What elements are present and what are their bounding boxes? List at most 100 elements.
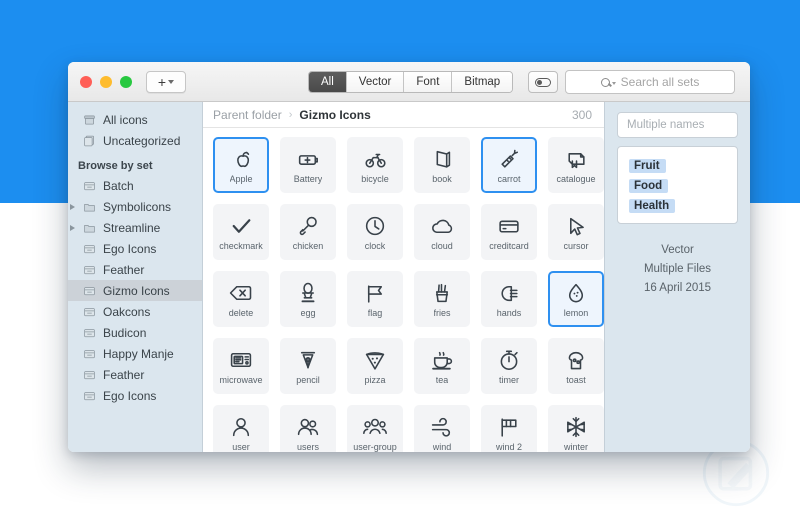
icon-cell-delete[interactable]: delete bbox=[213, 271, 269, 327]
icon-cell-winter[interactable]: winter bbox=[548, 405, 604, 452]
icon-glyph-wrap bbox=[430, 415, 454, 439]
filter-tab-vector[interactable]: Vector bbox=[347, 72, 405, 92]
icon-cell-pencil[interactable]: pencil bbox=[280, 338, 336, 394]
bicycle-icon bbox=[363, 147, 387, 171]
tag-row: Health bbox=[629, 196, 737, 216]
content-area: Parent folder › Gizmo Icons 300 AppleBat… bbox=[203, 102, 604, 452]
sidebar-item-happy-manje[interactable]: Happy Manje bbox=[68, 343, 202, 364]
icon-cell-chicken[interactable]: chicken bbox=[280, 204, 336, 260]
checkmark-icon bbox=[229, 214, 253, 238]
tea-cup-icon bbox=[430, 348, 454, 372]
icon-cell-creditcard[interactable]: creditcard bbox=[481, 204, 537, 260]
icon-cell-user-group[interactable]: user-group bbox=[347, 405, 403, 452]
icon-cell-book[interactable]: book bbox=[414, 137, 470, 193]
icon-grid-scroll[interactable]: AppleBatterybicyclebookcarrotcatalogue ch… bbox=[203, 128, 604, 452]
icon-glyph-wrap bbox=[363, 415, 387, 439]
users-icon bbox=[296, 415, 320, 439]
icon-glyph-wrap bbox=[229, 214, 253, 238]
icon-cell-users[interactable]: users bbox=[280, 405, 336, 452]
icon-cell-flag[interactable]: flag bbox=[347, 271, 403, 327]
stacked-box-icon bbox=[83, 135, 96, 147]
icon-cell-wind[interactable]: wind bbox=[414, 405, 470, 452]
icon-name-input[interactable]: Multiple names bbox=[617, 112, 738, 138]
filter-tab-font[interactable]: Font bbox=[404, 72, 452, 92]
metadata-type: Vector bbox=[617, 241, 738, 260]
icon-glyph-wrap bbox=[564, 281, 588, 305]
sidebar-item-oakcons[interactable]: Oakcons bbox=[68, 301, 202, 322]
metadata-block: Vector Multiple Files 16 April 2015 bbox=[617, 241, 738, 298]
sidebar-item-symbolicons[interactable]: Symbolicons bbox=[68, 196, 202, 217]
icon-cell-clock[interactable]: clock bbox=[347, 204, 403, 260]
sidebar-item-label: All icons bbox=[103, 113, 148, 127]
icon-cell-checkmark[interactable]: checkmark bbox=[213, 204, 269, 260]
sidebar-item-ego-icons[interactable]: Ego Icons bbox=[68, 385, 202, 406]
icon-cell-catalogue[interactable]: catalogue bbox=[548, 137, 604, 193]
icon-cell-label: pencil bbox=[296, 375, 320, 385]
set-box-icon bbox=[83, 180, 96, 192]
sidebar-item-streamline[interactable]: Streamline bbox=[68, 217, 202, 238]
chicken-leg-icon bbox=[296, 214, 320, 238]
icon-cell-wind-2[interactable]: wind 2 bbox=[481, 405, 537, 452]
sidebar-item-label: Batch bbox=[103, 179, 134, 193]
icon-cell-label: clock bbox=[365, 241, 386, 251]
breadcrumb-parent[interactable]: Parent folder bbox=[213, 108, 282, 122]
icon-cell-cursor[interactable]: cursor bbox=[548, 204, 604, 260]
search-input[interactable]: Search all sets bbox=[565, 70, 735, 94]
icon-cell-pizza[interactable]: pizza bbox=[347, 338, 403, 394]
icon-glyph-wrap bbox=[296, 415, 320, 439]
icon-cell-user[interactable]: user bbox=[213, 405, 269, 452]
apple-icon bbox=[229, 147, 253, 171]
sidebar-item-feather[interactable]: Feather bbox=[68, 259, 202, 280]
filter-segmented-control[interactable]: All Vector Font Bitmap bbox=[308, 71, 513, 93]
icon-cell-toast[interactable]: toast bbox=[548, 338, 604, 394]
tag-chip[interactable]: Fruit bbox=[629, 159, 666, 173]
sidebar: All icons Uncategorized Browse by set Ba… bbox=[68, 102, 203, 452]
sidebar-item-all-icons[interactable]: All icons bbox=[68, 109, 202, 130]
disclosure-triangle-icon[interactable] bbox=[70, 225, 75, 231]
sidebar-item-label: Gizmo Icons bbox=[103, 284, 170, 298]
vertical-scrollbar[interactable] bbox=[597, 132, 602, 452]
disclosure-triangle-icon[interactable] bbox=[70, 204, 75, 210]
icon-cell-microwave[interactable]: microwave bbox=[213, 338, 269, 394]
filter-tab-all[interactable]: All bbox=[309, 72, 347, 92]
filter-tab-bitmap[interactable]: Bitmap bbox=[452, 72, 512, 92]
tags-list[interactable]: Fruit Food Health bbox=[617, 146, 738, 224]
icon-glyph-wrap bbox=[229, 415, 253, 439]
icon-cell-bicycle[interactable]: bicycle bbox=[347, 137, 403, 193]
sidebar-item-label: Feather bbox=[103, 263, 144, 277]
icon-glyph-wrap bbox=[363, 214, 387, 238]
view-toggle-button[interactable] bbox=[528, 71, 558, 93]
icon-cell-cloud[interactable]: cloud bbox=[414, 204, 470, 260]
sidebar-item-uncategorized[interactable]: Uncategorized bbox=[68, 130, 202, 151]
tag-chip[interactable]: Health bbox=[629, 199, 675, 213]
icon-cell-timer[interactable]: timer bbox=[481, 338, 537, 394]
icon-cell-egg[interactable]: egg bbox=[280, 271, 336, 327]
minimize-button[interactable] bbox=[100, 76, 112, 88]
tag-chip[interactable]: Food bbox=[629, 179, 668, 193]
sidebar-item-gizmo-icons[interactable]: Gizmo Icons bbox=[68, 280, 202, 301]
page-root: + All Vector Font Bitmap Search all sets bbox=[0, 0, 800, 527]
sidebar-item-batch[interactable]: Batch bbox=[68, 175, 202, 196]
sidebar-item-budicon[interactable]: Budicon bbox=[68, 322, 202, 343]
icon-cell-lemon[interactable]: lemon bbox=[548, 271, 604, 327]
catalogue-icon bbox=[564, 147, 588, 171]
icon-cell-fries[interactable]: fries bbox=[414, 271, 470, 327]
icon-cell-label: users bbox=[297, 442, 319, 452]
sidebar-item-ego-icons[interactable]: Ego Icons bbox=[68, 238, 202, 259]
switch-toggle-icon bbox=[535, 78, 551, 87]
icon-glyph-wrap bbox=[497, 348, 521, 372]
icon-cell-battery[interactable]: Battery bbox=[280, 137, 336, 193]
add-button[interactable]: + bbox=[146, 71, 186, 93]
close-button[interactable] bbox=[80, 76, 92, 88]
icon-cell-apple[interactable]: Apple bbox=[213, 137, 269, 193]
sidebar-item-feather[interactable]: Feather bbox=[68, 364, 202, 385]
icon-cell-hands[interactable]: hands bbox=[481, 271, 537, 327]
icon-cell-tea[interactable]: tea bbox=[414, 338, 470, 394]
sidebar-item-label: Budicon bbox=[103, 326, 146, 340]
carrot-icon bbox=[497, 147, 521, 171]
app-window: + All Vector Font Bitmap Search all sets bbox=[68, 62, 750, 452]
icon-cell-carrot[interactable]: carrot bbox=[481, 137, 537, 193]
zoom-button[interactable] bbox=[120, 76, 132, 88]
sidebar-item-label: Ego Icons bbox=[103, 389, 156, 403]
wind-flag-icon bbox=[497, 415, 521, 439]
